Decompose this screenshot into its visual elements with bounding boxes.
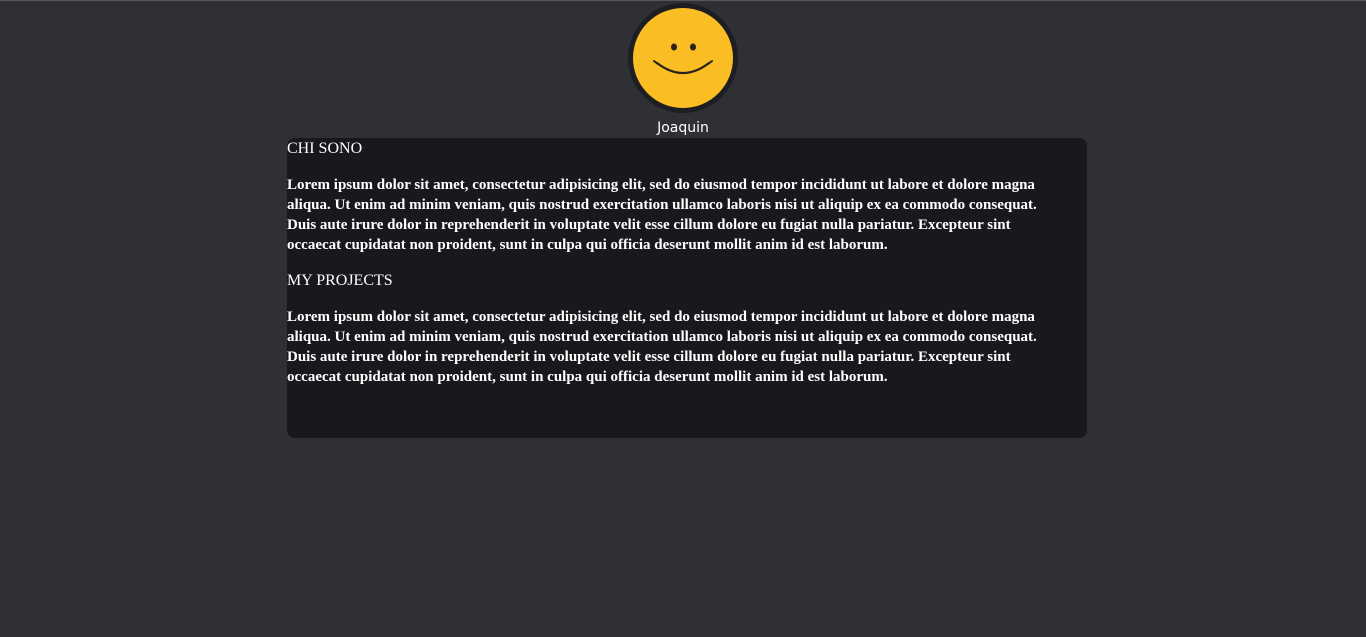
section-text-my-projects: Lorem ipsum dolor sit amet, consectetur … (287, 309, 1037, 385)
profile-name: Joaquin (657, 120, 709, 136)
about-card: CHI SONO Lorem ipsum dolor sit amet, con… (287, 138, 1087, 438)
section-title-my-projects: MY PROJECTS (287, 272, 393, 289)
section-text-chi-sono: Lorem ipsum dolor sit amet, consectetur … (287, 177, 1037, 253)
section-title-chi-sono: CHI SONO (287, 140, 363, 157)
avatar[interactable] (628, 3, 738, 113)
smiley-face-icon (633, 8, 733, 108)
